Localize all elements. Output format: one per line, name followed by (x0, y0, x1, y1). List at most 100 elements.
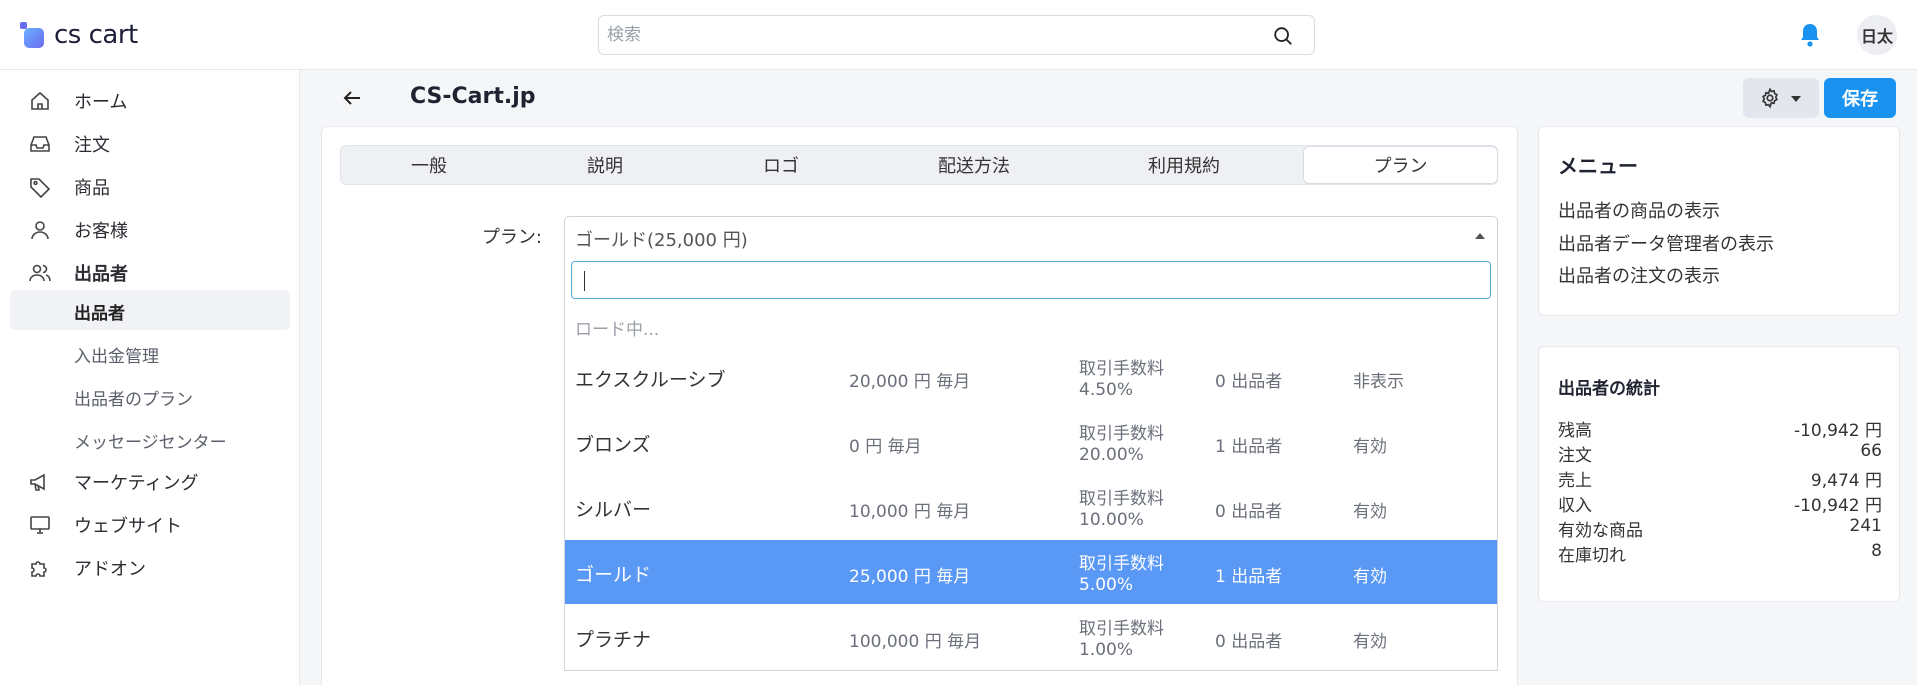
plan-option-fee-label: 取引手数料 (1079, 619, 1164, 639)
menu-link-view-vendor-orders[interactable]: 出品者の注文の表示 (1558, 262, 1720, 288)
back-arrow-icon[interactable] (340, 86, 364, 110)
sidebar-subitem-label: 出品者 (74, 304, 125, 324)
plan-option-status: 有効 (1353, 632, 1387, 652)
sidebar-item-label: ウェブサイト (74, 516, 182, 537)
stat-key: 収入 (1558, 496, 1592, 516)
plan-option-fee-value: 10.00% (1079, 510, 1144, 530)
plan-option[interactable]: シルバー 10,000 円 毎月 取引手数料 10.00% 0 出品者 有効 (565, 475, 1497, 539)
plan-option[interactable]: エクスクルーシブ 20,000 円 毎月 取引手数料 4.50% 0 出品者 非… (565, 345, 1497, 409)
menu-title: メニュー (1558, 154, 1638, 178)
logo-text: cs cart (54, 20, 138, 50)
plan-dropdown: ロード中... エクスクルーシブ 20,000 円 毎月 取引手数料 4.50%… (564, 255, 1498, 671)
sidebar-item-orders[interactable]: 注文 (10, 124, 290, 164)
sidebar-item-customers[interactable]: お客様 (10, 210, 290, 250)
tab-general[interactable]: 一般 (341, 146, 517, 184)
sidebar-item-marketing[interactable]: マーケティング (10, 462, 290, 502)
plan-option-vendors: 1 出品者 (1215, 567, 1283, 587)
sidebar-subitem-label: メッセージセンター (74, 433, 227, 453)
menu-link-view-vendor-products[interactable]: 出品者の商品の表示 (1558, 197, 1720, 223)
tag-icon (30, 178, 51, 199)
chevron-down-icon (1791, 96, 1801, 102)
sidebar-subitem-message-center[interactable]: メッセージセンター (10, 419, 290, 459)
plan-option-status: 有効 (1353, 502, 1387, 522)
bell-icon[interactable] (1798, 22, 1822, 48)
plan-option-name: ブロンズ (575, 434, 651, 456)
save-button[interactable]: 保存 (1824, 78, 1896, 118)
plan-option[interactable]: ブロンズ 0 円 毎月 取引手数料 20.00% 1 出品者 有効 (565, 410, 1497, 474)
sidebar-item-label: マーケティング (74, 473, 199, 494)
plan-option-fee-label: 取引手数料 (1079, 424, 1164, 444)
stat-key: 売上 (1558, 471, 1592, 491)
tab-plan[interactable]: プラン (1303, 146, 1498, 184)
stat-row: 売上 9,474 円 (1558, 466, 1882, 491)
sidebar-subitem-vendor-plans[interactable]: 出品者のプラン (10, 376, 290, 416)
sidebar-item-label: アドオン (74, 559, 146, 580)
sidebar-subitem-vendors[interactable]: 出品者 (10, 290, 290, 330)
search-input[interactable] (607, 24, 1247, 46)
stat-row: 収入 -10,942 円 (1558, 491, 1882, 516)
sidebar-item-products[interactable]: 商品 (10, 167, 290, 207)
plan-option-vendors: 0 出品者 (1215, 372, 1283, 392)
stat-row: 有効な商品 241 (1558, 516, 1882, 541)
sidebar-subitem-label: 入出金管理 (74, 347, 159, 367)
tab-shipping-methods[interactable]: 配送方法 (869, 146, 1079, 184)
plan-option-status: 非表示 (1353, 372, 1404, 392)
monitor-icon (30, 516, 50, 534)
chevron-up-icon (1475, 233, 1485, 239)
plan-option[interactable]: プラチナ 100,000 円 毎月 取引手数料 1.00% 0 出品者 有効 (565, 605, 1497, 669)
plan-option-name: ゴールド (575, 564, 652, 586)
loading-text: ロード中... (575, 320, 660, 340)
plan-option-vendors: 0 出品者 (1215, 502, 1283, 522)
sidebar-item-label: お客様 (74, 221, 128, 242)
search-icon[interactable] (1272, 25, 1294, 47)
sidebar-item-label: 出品者 (74, 264, 128, 285)
text-cursor (584, 271, 585, 291)
plan-option-fee-value: 1.00% (1079, 640, 1134, 660)
search-box[interactable] (598, 15, 1315, 55)
sidebar-item-label: 注文 (74, 135, 110, 156)
stat-row: 在庫切れ 8 (1558, 541, 1882, 566)
plan-option-name: エクスクルーシブ (575, 369, 726, 391)
sidebar-item-home[interactable]: ホーム (10, 81, 290, 121)
stat-value: -10,942 円 (1793, 496, 1882, 516)
stat-value: 66 (1860, 441, 1882, 461)
avatar[interactable]: 日太 (1857, 15, 1897, 55)
plan-select-value: ゴールド(25,000 円) (575, 230, 748, 251)
stat-key: 有効な商品 (1558, 521, 1643, 541)
tab-logo[interactable]: ロゴ (693, 146, 869, 184)
stat-key: 残高 (1558, 421, 1592, 441)
stat-row: 残高 -10,942 円 (1558, 416, 1882, 441)
plan-option-vendors: 1 出品者 (1215, 437, 1283, 457)
sidebar-subitem-payouts[interactable]: 入出金管理 (10, 333, 290, 373)
plan-option-price: 20,000 円 毎月 (849, 372, 971, 392)
plan-option-fee-label: 取引手数料 (1079, 359, 1164, 379)
plan-option-price: 25,000 円 毎月 (849, 567, 971, 587)
plan-option-fee-value: 4.50% (1079, 380, 1134, 400)
sidebar-item-vendors[interactable]: 出品者 (10, 253, 290, 293)
plan-dropdown-search-input[interactable] (571, 261, 1491, 299)
gear-icon (1762, 87, 1778, 109)
plan-option-price: 10,000 円 毎月 (849, 502, 971, 522)
plan-option-selected[interactable]: ゴールド 25,000 円 毎月 取引手数料 5.00% 1 出品者 有効 (565, 540, 1497, 604)
stat-key: 注文 (1558, 446, 1592, 466)
puzzle-icon (31, 561, 47, 577)
sidebar-item-website[interactable]: ウェブサイト (10, 505, 290, 545)
plan-option-price: 100,000 円 毎月 (849, 632, 982, 652)
stat-key: 在庫切れ (1558, 546, 1626, 566)
menu-link-view-vendor-admins[interactable]: 出品者データ管理者の表示 (1558, 230, 1774, 256)
plan-option-status: 有効 (1353, 437, 1387, 457)
tab-bar: 一般 説明 ロゴ 配送方法 利用規約 プラン (340, 145, 1498, 185)
tab-terms[interactable]: 利用規約 (1079, 146, 1289, 184)
tab-description[interactable]: 説明 (517, 146, 693, 184)
logo[interactable]: cs cart (20, 20, 138, 50)
user-icon (31, 221, 49, 240)
plan-option-fee-value: 5.00% (1079, 575, 1134, 595)
stat-value: 241 (1849, 516, 1882, 536)
plan-option-price: 0 円 毎月 (849, 437, 922, 457)
plan-select[interactable]: ゴールド(25,000 円) (564, 216, 1498, 256)
plan-option-fee-value: 20.00% (1079, 445, 1144, 465)
logo-mark-icon (20, 22, 46, 48)
sidebar-item-addons[interactable]: アドオン (10, 548, 290, 588)
settings-dropdown-button[interactable] (1743, 78, 1819, 118)
stat-value: 8 (1871, 541, 1882, 561)
